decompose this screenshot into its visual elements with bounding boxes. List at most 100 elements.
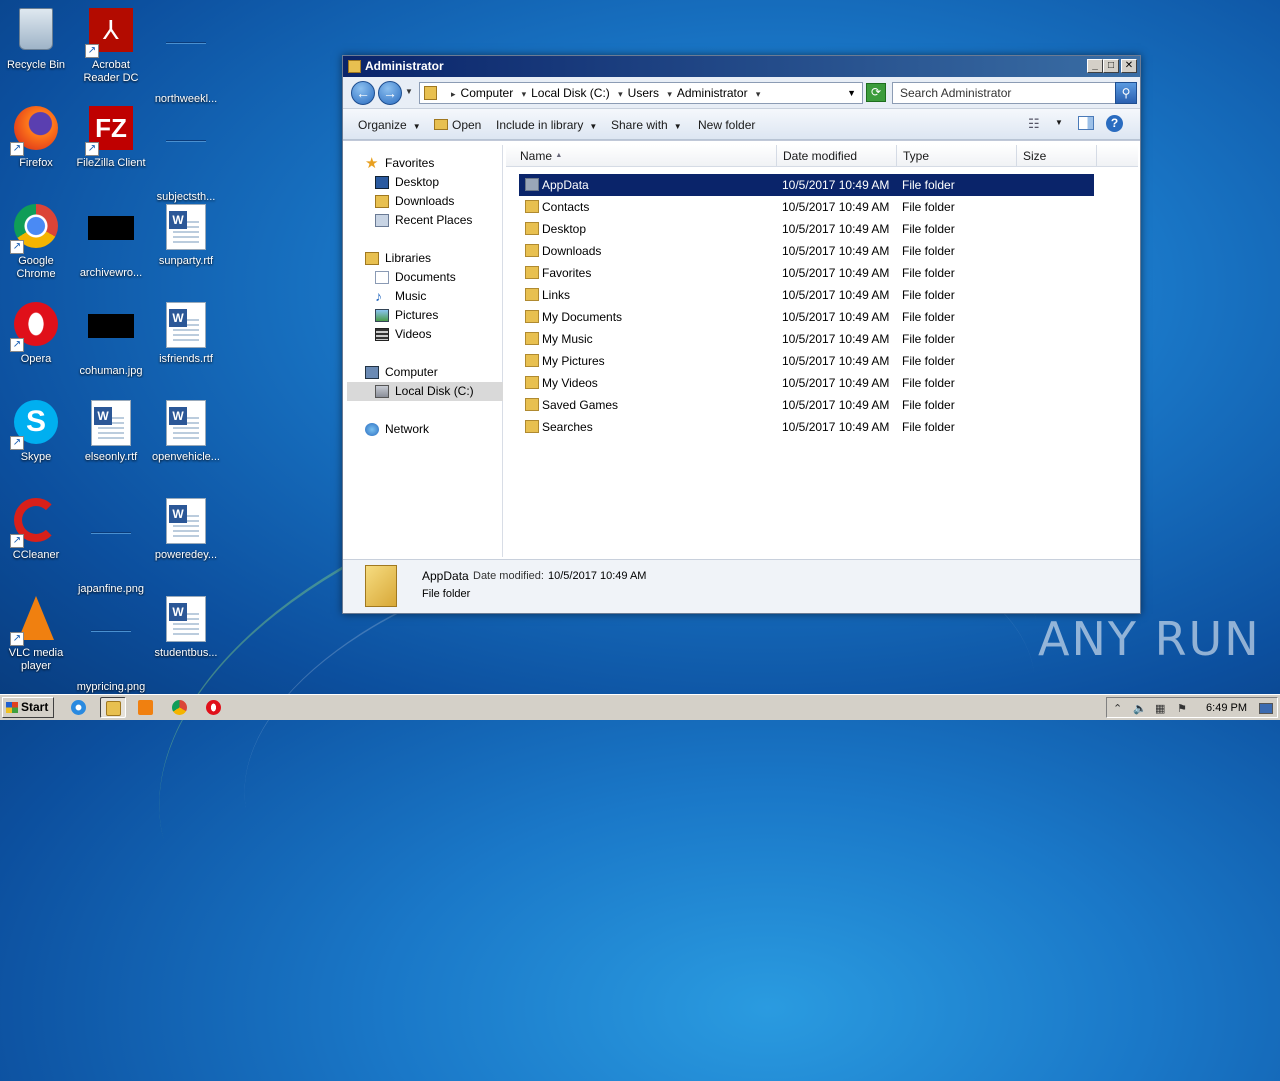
column-header-type[interactable]: Type: [897, 145, 1017, 167]
taskbar: Start ⌃ 🔈 ▦ ⚑ 6:49 PM: [0, 694, 1280, 720]
table-row[interactable]: Desktop 10/5/2017 10:49 AM File folder: [519, 218, 1094, 240]
column-header-name[interactable]: Name ▲: [506, 145, 777, 167]
back-button[interactable]: ←: [351, 81, 375, 105]
breadcrumb-computer[interactable]: Computer: [461, 86, 514, 100]
desktop-icon-opera[interactable]: ↗ Opera: [0, 302, 74, 366]
breadcrumb[interactable]: ▸ Computer ▾ Local Disk (C:) ▾ Users ▾ Admin…: [419, 82, 863, 104]
breadcrumb-users[interactable]: Users: [628, 86, 659, 100]
table-row[interactable]: Links 10/5/2017 10:49 AM File folder: [519, 284, 1094, 306]
desktop-icon-acrobat[interactable]: ⅄ ↗ Acrobat Reader DC: [73, 8, 149, 85]
view-options-icon[interactable]: ☷: [1028, 116, 1040, 132]
refresh-button[interactable]: ⟳: [866, 83, 886, 102]
window-titlebar[interactable]: Administrator _ □ ✕: [343, 56, 1140, 77]
column-header-date[interactable]: Date modified: [777, 145, 897, 167]
share-with-button[interactable]: Share with ▼: [611, 118, 682, 132]
desktop-icon-firefox[interactable]: ↗ Firefox: [0, 106, 74, 170]
nav-downloads[interactable]: Downloads: [347, 192, 503, 211]
network-tray-icon[interactable]: ▦: [1155, 702, 1165, 715]
close-button[interactable]: ✕: [1121, 59, 1137, 73]
desktop-icon-northweekl[interactable]: northweekl...: [148, 8, 224, 106]
table-row[interactable]: AppData 10/5/2017 10:49 AM File folder: [519, 174, 1094, 196]
nav-recent-places[interactable]: Recent Places: [347, 211, 503, 230]
open-button[interactable]: Open: [434, 118, 481, 132]
table-row[interactable]: Searches 10/5/2017 10:49 AM File folder: [519, 416, 1094, 438]
word-document-icon: W: [162, 596, 210, 644]
chevron-down-icon[interactable]: ▾: [618, 89, 623, 99]
desktop-icon-japanfine[interactable]: japanfine.png: [73, 498, 149, 596]
table-row[interactable]: Saved Games 10/5/2017 10:49 AM File folder: [519, 394, 1094, 416]
preview-pane-icon[interactable]: [1078, 116, 1094, 130]
nav-desktop[interactable]: Desktop: [347, 173, 503, 192]
chevron-down-icon[interactable]: ▾: [756, 89, 761, 99]
desktop-icon-filezilla[interactable]: FZ ↗ FileZilla Client: [73, 106, 149, 170]
chevron-right-icon[interactable]: ▸: [451, 89, 456, 99]
table-row[interactable]: Favorites 10/5/2017 10:49 AM File folder: [519, 262, 1094, 284]
column-header-size[interactable]: Size: [1017, 145, 1097, 167]
search-input[interactable]: Search Administrator: [892, 82, 1116, 104]
row-type: File folder: [902, 310, 955, 324]
chrome-icon: [172, 700, 187, 715]
breadcrumb-administrator[interactable]: Administrator: [677, 86, 748, 100]
nav-local-disk[interactable]: Local Disk (C:): [347, 382, 503, 401]
taskbar-explorer[interactable]: [100, 697, 126, 718]
table-row[interactable]: My Videos 10/5/2017 10:49 AM File folder: [519, 372, 1094, 394]
desktop-icon-mypricing[interactable]: mypricing.png: [73, 596, 149, 694]
include-in-library-button[interactable]: Include in library ▼: [496, 118, 597, 132]
folder-icon: [525, 266, 539, 279]
desktop-icon-sunparty[interactable]: W sunparty.rtf: [148, 204, 224, 268]
address-bar-row: ← → ▼ ▸ Computer ▾ Local Disk (C:) ▾ Users …: [343, 77, 1140, 109]
taskbar-media-player[interactable]: [133, 697, 159, 718]
desktop-icon-google-chrome[interactable]: ↗ Google Chrome: [0, 204, 74, 281]
taskbar-internet-explorer[interactable]: [66, 697, 92, 718]
action-center-flag-icon[interactable]: ⚑: [1177, 702, 1187, 715]
start-button[interactable]: Start: [2, 697, 54, 718]
address-dropdown-icon[interactable]: ▼: [847, 83, 856, 103]
chevron-down-icon[interactable]: ▾: [522, 89, 527, 99]
chevron-down-icon[interactable]: ▾: [667, 89, 672, 99]
forward-button[interactable]: →: [378, 81, 402, 105]
nav-libraries[interactable]: Libraries: [347, 249, 503, 268]
table-row[interactable]: My Documents 10/5/2017 10:49 AM File folde…: [519, 306, 1094, 328]
row-date: 10/5/2017 10:49 AM: [782, 420, 890, 434]
desktop-icon-elseonly[interactable]: W elseonly.rtf: [73, 400, 149, 464]
desktop-icon-ccleaner[interactable]: ↗ CCleaner: [0, 498, 74, 562]
chevron-down-icon[interactable]: ▼: [1055, 118, 1063, 127]
desktop-icon-vlc[interactable]: ↗ VLC media player: [0, 596, 74, 673]
table-row[interactable]: My Pictures 10/5/2017 10:49 AM File folder: [519, 350, 1094, 372]
breadcrumb-local-disk[interactable]: Local Disk (C:): [531, 86, 610, 100]
table-row[interactable]: Contacts 10/5/2017 10:49 AM File folder: [519, 196, 1094, 218]
organize-button[interactable]: Organize ▼: [358, 118, 421, 132]
history-dropdown-icon[interactable]: ▼: [405, 87, 413, 96]
clock[interactable]: 6:49 PM: [1206, 702, 1247, 714]
desktop-icon-isfriends[interactable]: W isfriends.rtf: [148, 302, 224, 366]
desktop-icon-poweredey[interactable]: W poweredey...: [148, 498, 224, 562]
desktop-icon-recycle-bin[interactable]: Recycle Bin: [0, 8, 74, 72]
table-row[interactable]: Downloads 10/5/2017 10:49 AM File folder: [519, 240, 1094, 262]
nav-music[interactable]: ♪ Music: [347, 287, 503, 306]
volume-icon[interactable]: 🔈: [1133, 702, 1147, 715]
nav-videos[interactable]: Videos: [347, 325, 503, 344]
show-desktop-icon[interactable]: [1259, 703, 1273, 714]
desktop-icon-studentbus[interactable]: W studentbus...: [148, 596, 224, 660]
nav-computer[interactable]: Computer: [347, 363, 503, 382]
search-icon[interactable]: ⚲: [1115, 82, 1137, 104]
table-row[interactable]: My Music 10/5/2017 10:49 AM File folder: [519, 328, 1094, 350]
details-name: AppData: [422, 569, 469, 583]
minimize-button[interactable]: _: [1087, 59, 1103, 73]
help-icon[interactable]: ?: [1106, 115, 1123, 132]
network-icon: [365, 423, 379, 436]
taskbar-opera[interactable]: [201, 697, 227, 718]
new-folder-button[interactable]: New folder: [698, 118, 755, 132]
desktop-icon-skype[interactable]: S ↗ Skype: [0, 400, 74, 464]
nav-favorites[interactable]: ★ Favorites: [347, 154, 503, 173]
nav-network[interactable]: Network: [347, 420, 503, 439]
taskbar-chrome[interactable]: [167, 697, 193, 718]
desktop-icon-archivewro[interactable]: archivewro...: [73, 204, 149, 280]
desktop-icon-subjectsth[interactable]: subjectsth...: [148, 106, 224, 204]
desktop-icon-openvehicle[interactable]: W openvehicle...: [148, 400, 224, 464]
show-hidden-icons[interactable]: ⌃: [1113, 702, 1122, 715]
maximize-button[interactable]: □: [1103, 59, 1119, 73]
desktop-icon-cohuman[interactable]: cohuman.jpg: [73, 302, 149, 378]
nav-documents[interactable]: Documents: [347, 268, 503, 287]
nav-pictures[interactable]: Pictures: [347, 306, 503, 325]
